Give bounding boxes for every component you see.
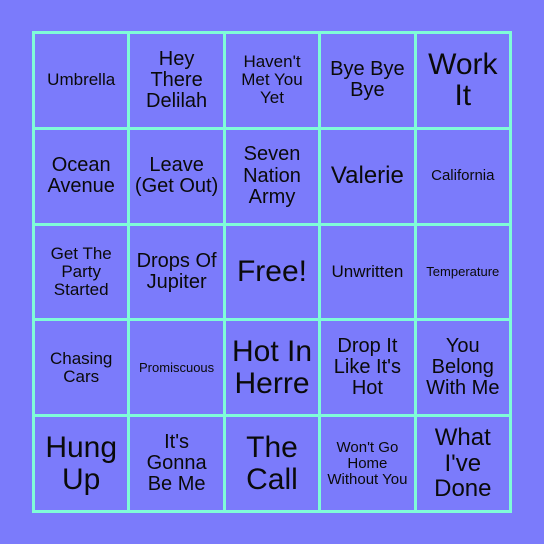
bingo-cell[interactable]: The Call <box>225 417 319 510</box>
bingo-cell[interactable]: Drop It Like It's Hot <box>321 321 414 415</box>
bingo-cell[interactable]: Valerie <box>321 129 414 223</box>
bingo-cell[interactable]: Won't Go Home Without You <box>321 417 414 510</box>
bingo-free-space[interactable]: Free! <box>225 225 319 319</box>
bingo-cell[interactable]: Hey There Delilah <box>130 34 223 127</box>
bingo-cell[interactable]: Unwritten <box>321 225 414 319</box>
bingo-cell[interactable]: Chasing Cars <box>35 321 128 415</box>
bingo-cell[interactable]: California <box>416 129 509 223</box>
bingo-cell[interactable]: Get The Party Started <box>35 225 128 319</box>
bingo-cell[interactable]: Seven Nation Army <box>225 129 319 223</box>
bingo-cell[interactable]: Work It <box>416 34 509 127</box>
bingo-cell[interactable]: Bye Bye Bye <box>321 34 414 127</box>
bingo-cell[interactable]: Temperature <box>416 225 509 319</box>
bingo-cell[interactable]: What I've Done <box>416 417 509 510</box>
bingo-cell[interactable]: Drops Of Jupiter <box>130 225 223 319</box>
bingo-cell[interactable]: Promiscuous <box>130 321 223 415</box>
bingo-cell[interactable]: It's Gonna Be Me <box>130 417 223 510</box>
bingo-cell[interactable]: Umbrella <box>35 34 128 127</box>
bingo-cell[interactable]: Hot In Herre <box>225 321 319 415</box>
bingo-cell[interactable]: You Belong With Me <box>416 321 509 415</box>
bingo-cell[interactable]: Leave (Get Out) <box>130 129 223 223</box>
bingo-cell[interactable]: Hung Up <box>35 417 128 510</box>
bingo-cell[interactable]: Ocean Avenue <box>35 129 128 223</box>
bingo-card-grid: Umbrella Hey There Delilah Haven't Met You… <box>32 31 512 513</box>
bingo-cell[interactable]: Haven't Met You Yet <box>225 34 319 127</box>
